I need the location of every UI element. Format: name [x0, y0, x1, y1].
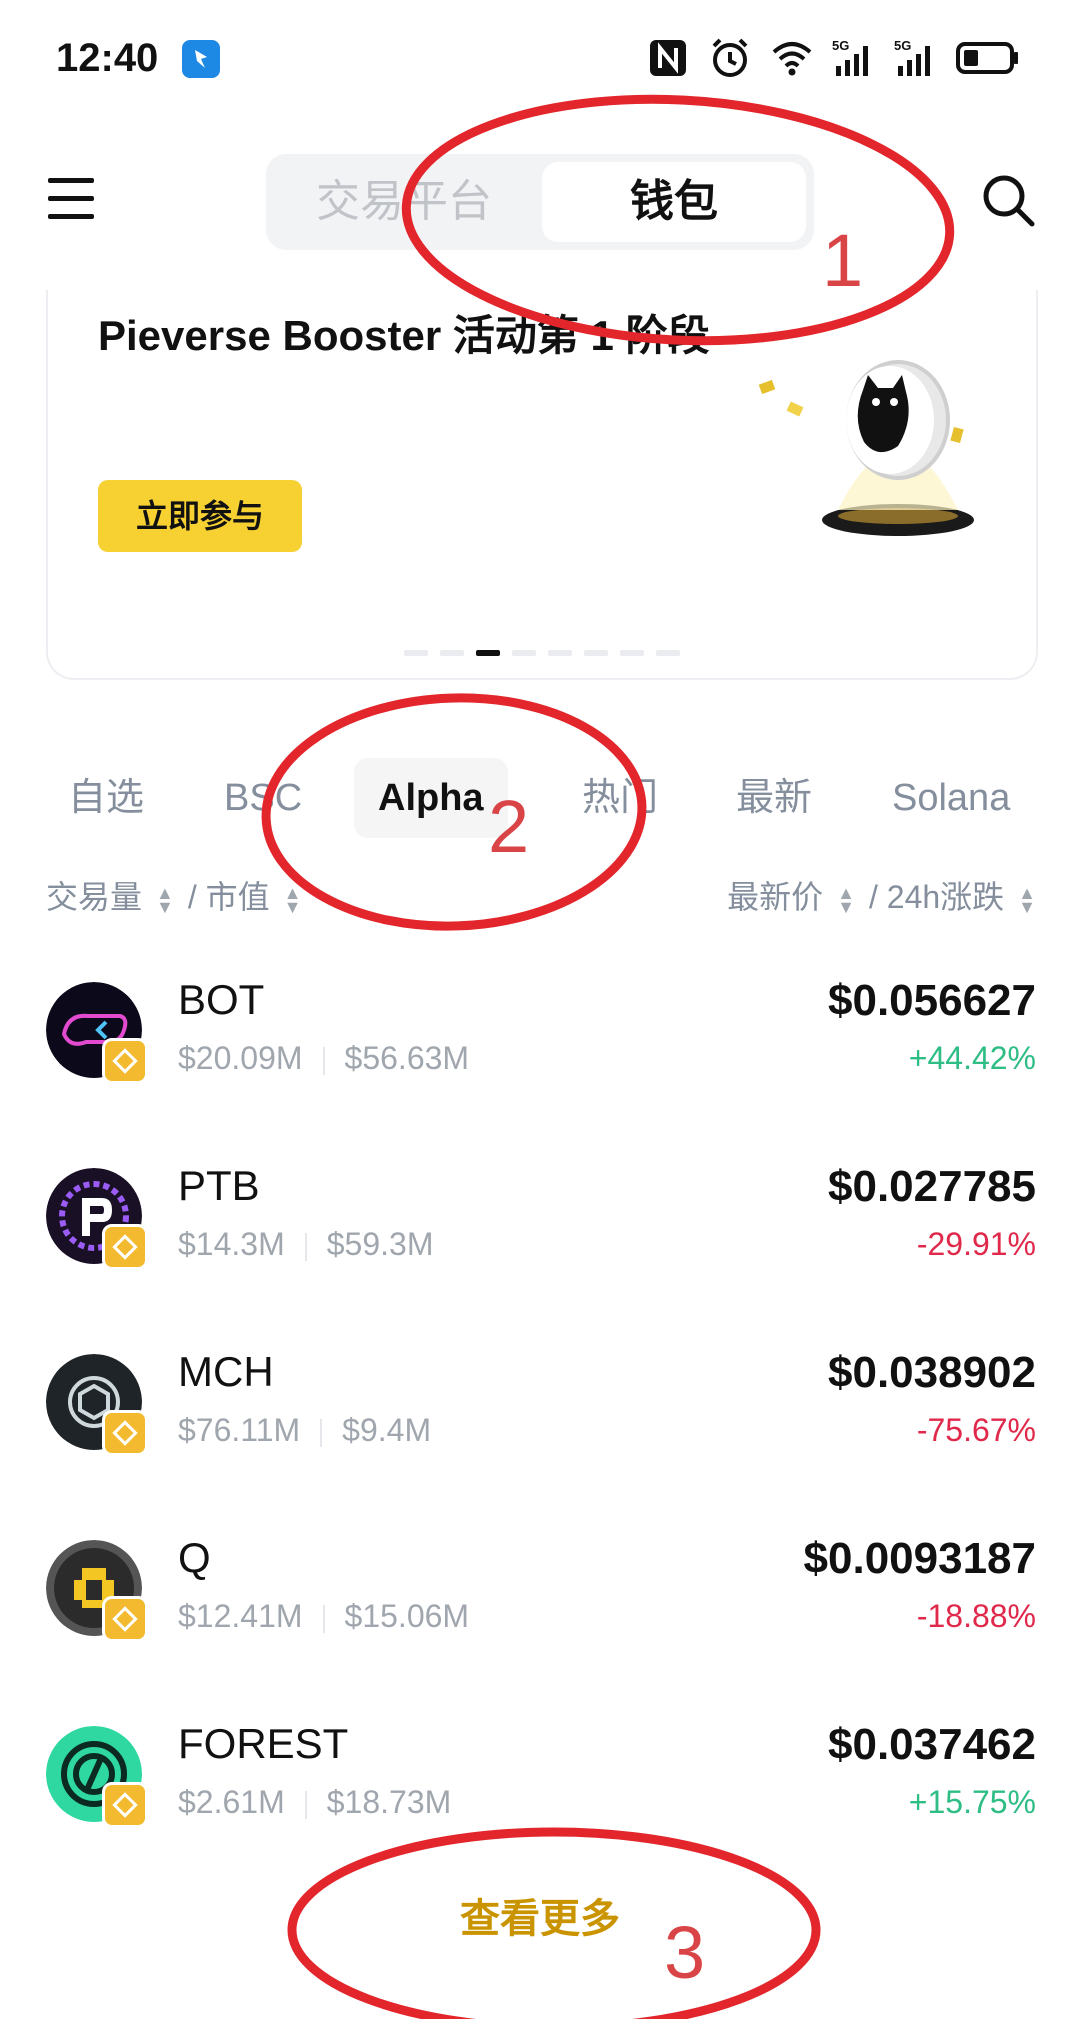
tab-wallet[interactable]: 钱包 [542, 162, 806, 242]
token-market-cap: $56.63M [344, 1040, 470, 1076]
tab-bsc[interactable]: BSC [200, 758, 326, 838]
signal-5g-icon: 5G [832, 38, 868, 76]
svg-text:5G: 5G [894, 38, 911, 53]
token-change: +44.42% [908, 1040, 1036, 1076]
banner-illustration [758, 360, 974, 536]
token-market-cap: $18.73M [326, 1784, 452, 1820]
status-bar: 12:40 5G 5G [0, 0, 1080, 120]
token-price: $0.0093187 [803, 1534, 1036, 1583]
alarm-icon [712, 38, 748, 77]
tab-new[interactable]: 最新 [712, 758, 836, 838]
token-symbol: MCH [178, 1348, 274, 1395]
pagination-dot[interactable] [440, 650, 464, 656]
nfc-icon [650, 40, 686, 76]
token-stats: $76.11M $9.4M [178, 1412, 431, 1449]
token-price: $0.037462 [828, 1720, 1036, 1769]
token-price: $0.056627 [828, 976, 1036, 1025]
svg-text:5G: 5G [832, 38, 849, 53]
token-volume: $2.61M [178, 1784, 285, 1820]
token-volume: $12.41M [178, 1598, 303, 1634]
sort-header: 交易量 ▲ ▼ / 市值 ▲ ▼ 最新价 ▲ ▼ / 24h涨跌 ▲ ▼ [46, 872, 1036, 922]
bnb-chain-badge-icon [102, 1410, 148, 1456]
view-more-link[interactable]: 查看更多 [0, 1886, 1080, 1944]
status-icons: 5G 5G [646, 36, 1020, 80]
status-time: 12:40 [56, 36, 159, 80]
token-price: $0.038902 [828, 1348, 1036, 1397]
top-header: 交易平台 钱包 [0, 150, 1080, 250]
tab-exchange[interactable]: 交易平台 [276, 162, 532, 242]
token-symbol: PTB [178, 1162, 260, 1209]
pagination-dot-active[interactable] [476, 650, 500, 656]
token-volume: $76.11M [178, 1412, 301, 1448]
banner-title: Pieverse Booster 活动第 1 阶段 [98, 312, 710, 359]
bnb-chain-badge-icon [102, 1596, 148, 1642]
app-notification-icon [182, 40, 220, 78]
token-row-mch[interactable]: MCH $76.11M $9.4M $0.038902 -75.67% [46, 1348, 1036, 1504]
tab-solana[interactable]: Solana [868, 758, 1034, 838]
token-volume: $20.09M [178, 1040, 303, 1076]
pagination-dot[interactable] [656, 650, 680, 656]
promo-banner[interactable]: Pieverse Booster 活动第 1 阶段 立即参与 [46, 290, 1038, 680]
token-change: -18.88% [916, 1598, 1036, 1634]
token-stats: $14.3M $59.3M [178, 1226, 433, 1263]
pagination-dot[interactable] [548, 650, 572, 656]
token-stats: $20.09M $56.63M [178, 1040, 469, 1077]
token-symbol: BOT [178, 976, 265, 1023]
sort-arrows-icon[interactable]: ▲ ▼ [1018, 884, 1036, 916]
token-row-forest[interactable]: FOREST $2.61M $18.73M $0.037462 +15.75% [46, 1720, 1036, 1876]
token-row-bot[interactable]: BOT $20.09M $56.63M $0.056627 +44.42% [46, 976, 1036, 1132]
category-tabs: 自选 BSC Alpha 热门 最新 Solana [46, 750, 1046, 840]
bnb-chain-badge-icon [102, 1038, 148, 1084]
token-row-q[interactable]: Q $12.41M $15.06M $0.0093187 -18.88% [46, 1534, 1036, 1690]
join-now-button[interactable]: 立即参与 [98, 480, 302, 552]
bnb-chain-badge-icon [102, 1782, 148, 1828]
token-symbol: Q [178, 1534, 211, 1581]
token-market-cap: $9.4M [342, 1412, 432, 1448]
pagination-dot[interactable] [404, 650, 428, 656]
token-volume: $14.3M [178, 1226, 285, 1262]
pagination-dot[interactable] [620, 650, 644, 656]
wifi-icon [772, 42, 812, 76]
sort-arrows-icon[interactable]: ▲ ▼ [837, 884, 855, 916]
token-row-ptb[interactable]: PTB $14.3M $59.3M $0.027785 -29.91% [46, 1162, 1036, 1318]
token-change: -75.67% [916, 1412, 1036, 1448]
menu-icon[interactable] [48, 178, 94, 222]
token-symbol: FOREST [178, 1720, 349, 1767]
sort-24h-change[interactable]: 24h涨跌 [887, 879, 1004, 915]
token-market-cap: $59.3M [326, 1226, 434, 1262]
token-change: -29.91% [916, 1226, 1036, 1262]
sort-volume[interactable]: 交易量 [46, 879, 142, 915]
token-price: $0.027785 [828, 1162, 1036, 1211]
sort-arrows-icon[interactable]: ▲ ▼ [156, 884, 174, 916]
segment-switcher: 交易平台 钱包 [266, 154, 814, 250]
token-market-cap: $15.06M [344, 1598, 470, 1634]
bnb-chain-badge-icon [102, 1224, 148, 1270]
sort-divider: / [868, 879, 878, 915]
token-stats: $12.41M $15.06M [178, 1598, 469, 1635]
sort-market-cap[interactable]: 市值 [206, 879, 270, 915]
battery-icon [956, 42, 1018, 74]
search-icon[interactable] [980, 172, 1036, 228]
token-change: +15.75% [908, 1784, 1036, 1820]
banner-pagination [404, 650, 680, 656]
sort-arrows-icon[interactable]: ▲ ▼ [284, 884, 302, 916]
sort-latest-price[interactable]: 最新价 [727, 879, 823, 915]
signal-5g-icon: 5G [894, 38, 930, 76]
tab-hot[interactable]: 热门 [558, 758, 682, 838]
tab-alpha[interactable]: Alpha [354, 758, 508, 838]
pagination-dot[interactable] [512, 650, 536, 656]
pagination-dot[interactable] [584, 650, 608, 656]
token-stats: $2.61M $18.73M [178, 1784, 451, 1821]
sort-divider: / [187, 879, 197, 915]
tab-favorites[interactable]: 自选 [44, 758, 168, 838]
